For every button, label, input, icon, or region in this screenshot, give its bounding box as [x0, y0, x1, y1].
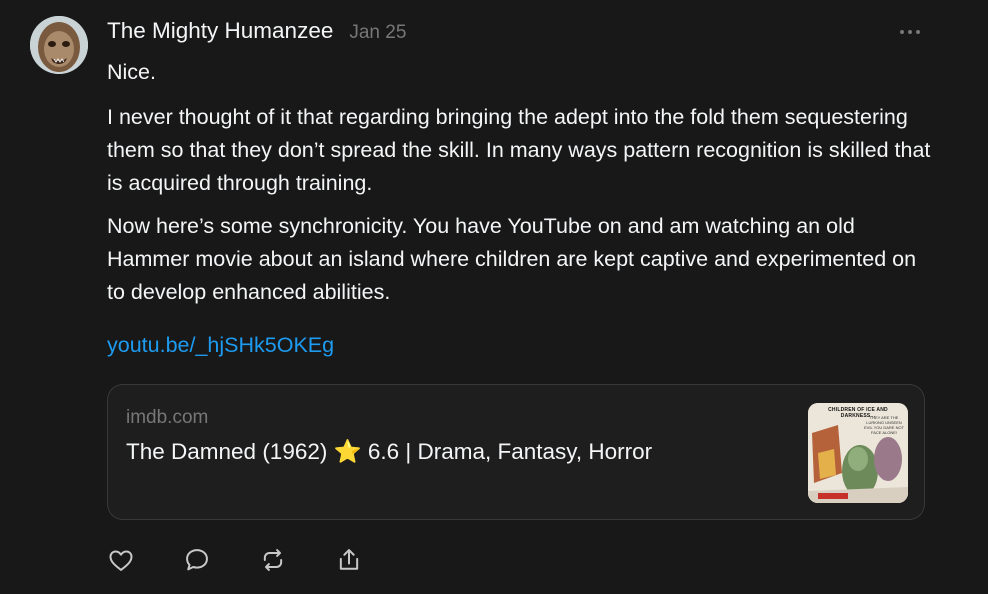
heart-icon[interactable] — [107, 546, 135, 574]
card-domain: imdb.com — [126, 407, 209, 428]
card-thumbnail: CHILDREN OF ICE AND DARKNESS... THEY ARE… — [808, 403, 908, 503]
repost-icon[interactable] — [259, 546, 287, 574]
post-date[interactable]: Jan 25 — [349, 22, 406, 44]
link-preview-card[interactable]: imdb.com The Damned (1962) ⭐ 6.6 | Drama… — [107, 384, 925, 520]
share-icon[interactable] — [335, 546, 363, 574]
more-options-icon[interactable] — [900, 30, 920, 34]
post-paragraph: I never thought of it that regarding bri… — [107, 105, 931, 195]
avatar[interactable] — [30, 16, 88, 74]
youtube-link[interactable]: youtu.be/_hjSHk5OKEg — [107, 333, 334, 358]
post-actions — [107, 546, 411, 574]
post-paragraph: Now here’s some synchronicity. You have … — [107, 214, 917, 304]
comment-icon[interactable] — [183, 546, 211, 574]
author-name[interactable]: The Mighty Humanzee — [107, 18, 333, 44]
card-title: The Damned (1962) ⭐ 6.6 | Drama, Fantasy… — [126, 439, 653, 464]
post-header: The Mighty Humanzee Jan 25 — [107, 18, 406, 48]
thumbnail-tagline: THEY ARE THE LURKING UNSEEN EVIL YOU DAR… — [864, 415, 905, 435]
post-paragraph: Nice. — [107, 60, 156, 84]
